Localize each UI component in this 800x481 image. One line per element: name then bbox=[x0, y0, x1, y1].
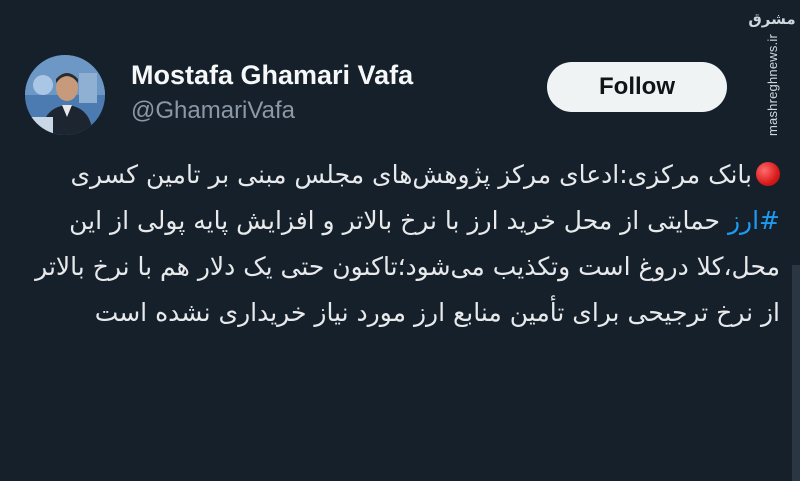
scrollbar[interactable] bbox=[792, 265, 800, 481]
tweet-text-segment: بانک مرکزی:ادعای مرکز پژوهش‌های مجلس مبن… bbox=[62, 160, 752, 189]
tweet-header: Mostafa Ghamari Vafa @GhamariVafa Follow bbox=[25, 55, 735, 135]
user-handle[interactable]: @GhamariVafa bbox=[131, 97, 295, 125]
avatar[interactable] bbox=[25, 55, 105, 135]
display-name[interactable]: Mostafa Ghamari Vafa bbox=[131, 60, 413, 91]
tweet-text-segment: حمایتی از محل خرید ارز با نرخ بالاتر و ا… bbox=[27, 206, 780, 327]
hashtag-link[interactable]: #ارز bbox=[728, 206, 780, 235]
watermark-url: mashreghnews.ir bbox=[764, 34, 780, 136]
avatar-photo-icon bbox=[25, 55, 105, 135]
watermark-logo: مشرق bbox=[748, 10, 796, 28]
watermark: مشرق mashreghnews.ir bbox=[748, 10, 795, 136]
tweet-text: بانک مرکزی:ادعای مرکز پژوهش‌های مجلس مبن… bbox=[20, 152, 780, 336]
red-circle-icon bbox=[756, 162, 780, 186]
follow-button[interactable]: Follow bbox=[547, 62, 727, 112]
